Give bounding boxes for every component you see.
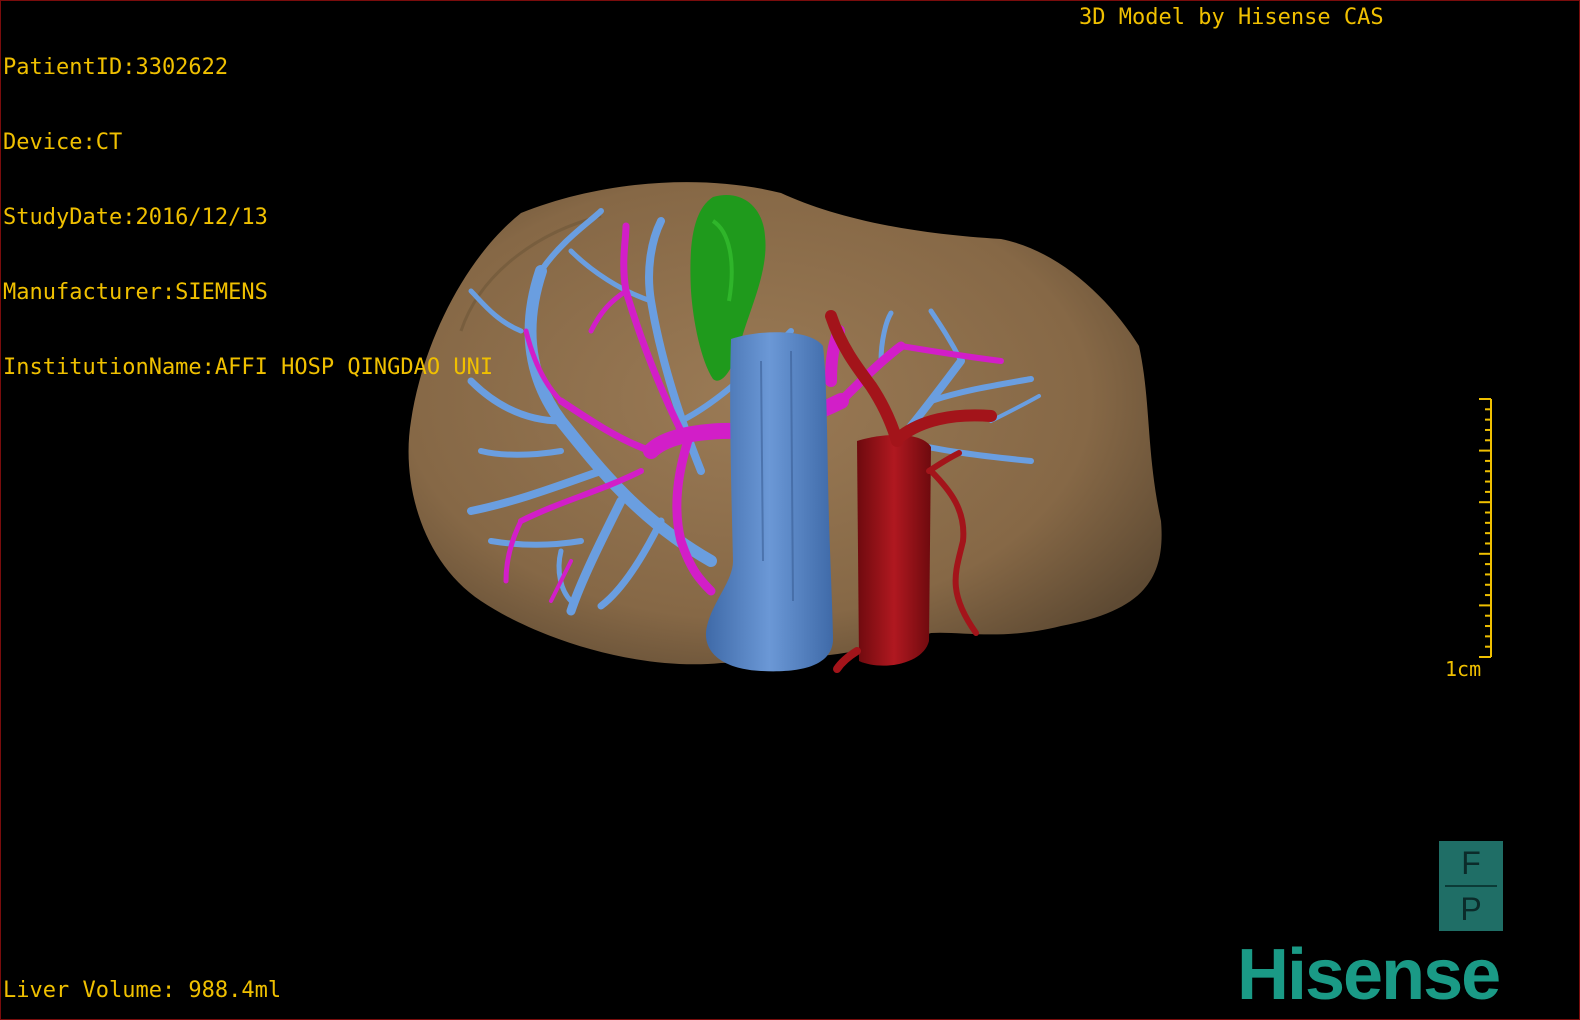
manufacturer: Manufacturer:SIEMENS bbox=[3, 280, 268, 305]
study-date: StudyDate:2016/12/13 bbox=[3, 205, 268, 230]
scale-label: 1cm bbox=[1445, 657, 1482, 681]
orientation-posterior-label: P bbox=[1460, 891, 1482, 927]
orientation-cube[interactable]: F P bbox=[1439, 841, 1503, 931]
hisense-logo: Hisense bbox=[1237, 935, 1501, 1015]
liver-volume: Liver Volume: 988.4ml bbox=[3, 978, 282, 1003]
model-credit: 3D Model by Hisense CAS bbox=[1079, 5, 1384, 30]
dicom-info-panel: PatientID:3302622 Device:CT StudyDate:20… bbox=[3, 5, 493, 430]
scale-bar bbox=[1479, 398, 1492, 658]
institution-name: InstitutionName:AFFI HOSP QINGDAO UNI bbox=[3, 355, 494, 380]
render-viewport[interactable]: PatientID:3302622 Device:CT StudyDate:20… bbox=[0, 0, 1580, 1020]
orientation-front-label: F bbox=[1461, 845, 1481, 881]
device: Device:CT bbox=[3, 130, 123, 155]
patient-id: PatientID:3302622 bbox=[3, 55, 229, 80]
